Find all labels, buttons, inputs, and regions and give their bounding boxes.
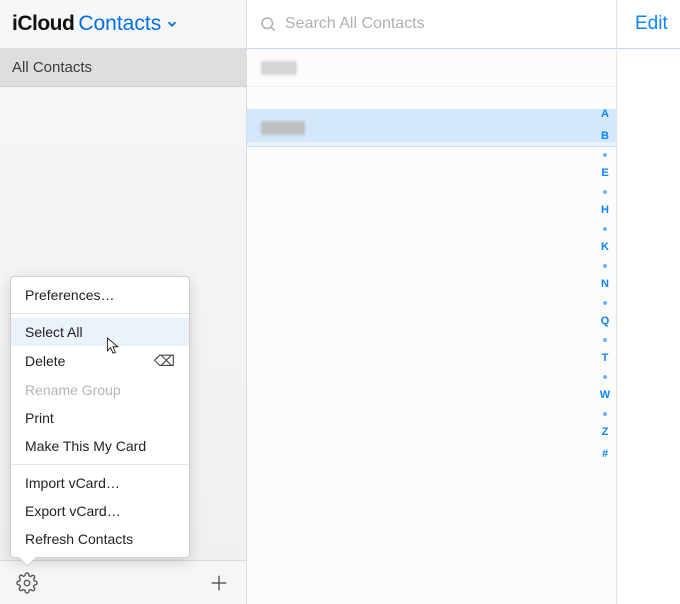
edit-button[interactable]: Edit [635, 13, 668, 35]
alpha-index-letter[interactable]: H [601, 205, 609, 216]
list-item[interactable] [247, 49, 616, 87]
menu-separator [11, 464, 189, 465]
menu-item-export-vcard[interactable]: Export vCard… [11, 497, 189, 525]
menu-item-label: Delete [25, 353, 65, 369]
search-bar [247, 0, 616, 49]
search-input[interactable] [285, 15, 604, 33]
menu-item-delete[interactable]: Delete ⌫ [11, 346, 189, 376]
redacted-contact-name [261, 121, 305, 135]
alpha-index-dot [603, 227, 607, 231]
menu-item-label: Preferences… [25, 287, 114, 303]
sidebar: iCloud Contacts All Contacts Prefer [0, 0, 247, 604]
list-item[interactable] [247, 109, 616, 147]
brand-icloud-text: iCloud [12, 12, 74, 36]
alpha-index-letter[interactable]: A [601, 109, 609, 120]
sidebar-footer [0, 560, 246, 604]
chevron-down-icon [165, 17, 179, 31]
contact-scroll-area[interactable]: AB E H K N Q T W Z # [247, 49, 616, 604]
backspace-icon: ⌫ [154, 352, 175, 370]
add-contact-button[interactable] [206, 570, 232, 596]
settings-gear-button[interactable] [14, 570, 40, 596]
menu-item-label: Print [25, 410, 54, 426]
menu-item-label: Select All [25, 324, 83, 340]
contact-list-column: AB E H K N Q T W Z # [247, 0, 617, 604]
alpha-index-letter[interactable]: K [601, 242, 609, 253]
settings-context-menu: Preferences… Select All Delete ⌫ Rename Grou… [10, 276, 190, 558]
menu-item-print[interactable]: Print [11, 404, 189, 432]
alpha-index-letter[interactable]: E [601, 168, 608, 179]
alpha-index-dot [603, 190, 607, 194]
alpha-index-dot [603, 338, 607, 342]
app-title-dropdown[interactable]: iCloud Contacts [0, 0, 246, 49]
menu-item-rename-group: Rename Group [11, 376, 189, 404]
alpha-index-letter[interactable]: T [602, 353, 609, 364]
menu-item-label: Import vCard… [25, 475, 120, 491]
menu-item-label: Make This My Card [25, 438, 146, 454]
sidebar-item-all-contacts[interactable]: All Contacts [0, 49, 246, 87]
menu-item-import-vcard[interactable]: Import vCard… [11, 469, 189, 497]
alpha-index-dot [603, 412, 607, 416]
alpha-index-letter[interactable]: N [601, 279, 609, 290]
alpha-index-letter[interactable]: Z [602, 427, 609, 438]
alpha-index-dot [603, 264, 607, 268]
gear-icon [16, 572, 38, 594]
search-icon [259, 15, 277, 33]
alpha-index-dot [603, 375, 607, 379]
menu-item-make-this-my-card[interactable]: Make This My Card [11, 432, 189, 460]
menu-separator [11, 313, 189, 314]
menu-item-refresh-contacts[interactable]: Refresh Contacts [11, 525, 189, 553]
alpha-index-letter[interactable]: Q [601, 316, 610, 327]
menu-item-select-all[interactable]: Select All [11, 318, 189, 346]
menu-item-preferences[interactable]: Preferences… [11, 281, 189, 309]
alpha-index: AB E H K N Q T W Z # [596, 107, 614, 596]
brand-contacts-text: Contacts [78, 12, 179, 36]
menu-item-label: Export vCard… [25, 503, 121, 519]
app-root: iCloud Contacts All Contacts Prefer [0, 0, 680, 604]
alpha-index-letter[interactable]: # [602, 449, 608, 460]
menu-item-label: Refresh Contacts [25, 531, 133, 547]
sidebar-item-label: All Contacts [12, 59, 92, 76]
alpha-index-dot [603, 153, 607, 157]
alpha-index-letter[interactable]: B [601, 131, 609, 142]
detail-column: Edit [617, 0, 680, 604]
plus-icon [208, 572, 230, 594]
menu-item-label: Rename Group [25, 382, 121, 398]
detail-header: Edit [617, 0, 680, 49]
redacted-contact-name [261, 61, 297, 75]
brand-contacts-label: Contacts [78, 12, 161, 36]
alpha-index-letter[interactable]: W [600, 390, 610, 401]
alpha-index-dot [603, 301, 607, 305]
